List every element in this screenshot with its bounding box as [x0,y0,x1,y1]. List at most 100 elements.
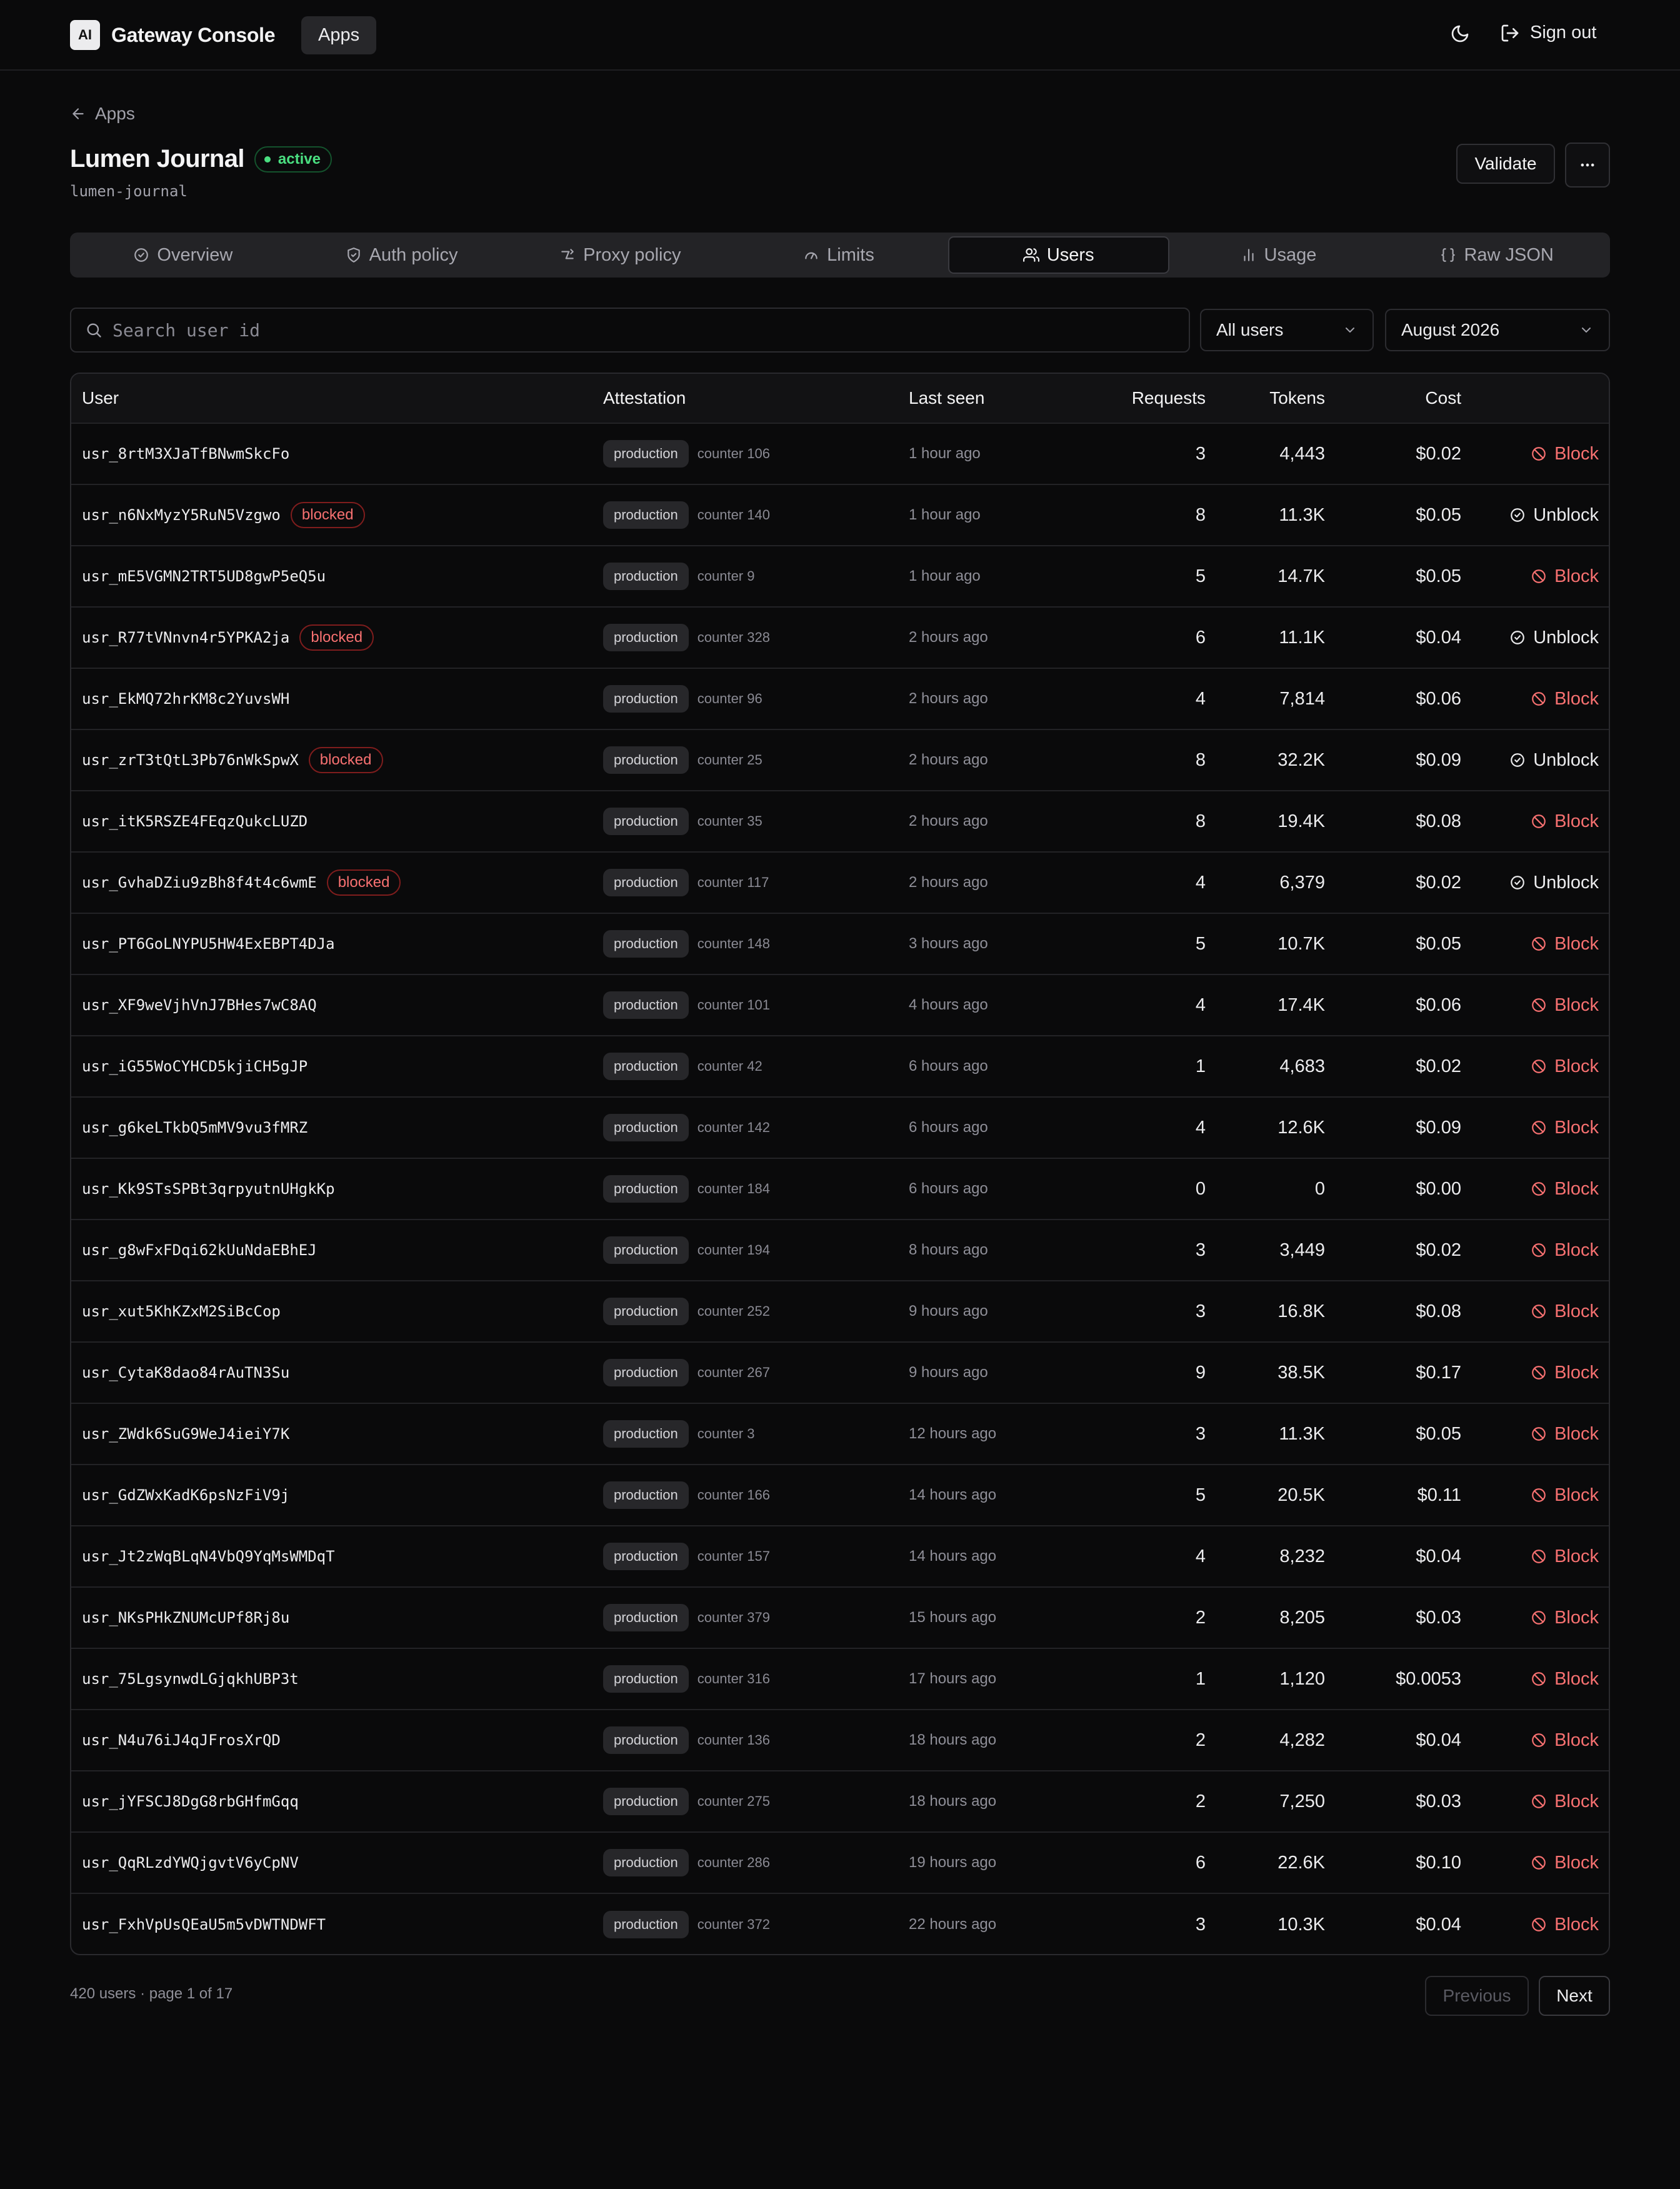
block-button[interactable]: Block [1531,934,1599,954]
nav-apps-link[interactable]: Apps [301,16,377,54]
block-button[interactable]: Block [1531,1730,1599,1751]
cost-value: $0.05 [1416,933,1461,954]
user-id[interactable]: usr_GdZWxKadK6psNzFiV9j [82,1486,289,1504]
attestation-counter: counter 379 [697,1610,770,1625]
user-filter-select[interactable]: All users [1200,309,1374,351]
blocked-badge: blocked [326,869,401,896]
user-id[interactable]: usr_XF9weVjhVnJ7BHes7wC8AQ [82,996,317,1014]
ban-icon [1532,1243,1546,1257]
column-header-last-seen[interactable]: Last seen [909,374,984,423]
attestation-counter: counter 148 [697,936,770,951]
block-button[interactable]: Block [1531,1853,1599,1873]
block-button[interactable]: Block [1531,1546,1599,1567]
cost-cell: $0.09 [1416,1098,1461,1158]
last-seen: 2 hours ago [909,690,988,707]
unblock-button[interactable]: Unblock [1509,873,1599,893]
column-header-requests[interactable]: Requests [1132,374,1206,423]
block-button[interactable]: Block [1531,1301,1599,1322]
user-id[interactable]: usr_itK5RSZE4FEqzQukcLUZD [82,813,308,830]
previous-page-button[interactable]: Previous [1425,1976,1529,2016]
user-id[interactable]: usr_xut5KhKZxM2SiBcCop [82,1303,281,1320]
user-id[interactable]: usr_jYFSCJ8DgG8rbGHfmGqq [82,1793,299,1810]
tab-auth-policy[interactable]: Auth policy [292,236,511,274]
user-id[interactable]: usr_zrT3tQtL3Pb76nWkSpwX [82,751,299,769]
block-button[interactable]: Block [1531,1424,1599,1445]
tab-usage[interactable]: Usage [1169,236,1388,274]
requests-cell: 4 [1196,669,1206,729]
next-page-button[interactable]: Next [1539,1976,1610,2016]
block-button[interactable]: Block [1531,566,1599,587]
block-button[interactable]: Block [1531,1915,1599,1935]
last-seen-cell: 12 hours ago [909,1404,996,1464]
requests-count: 4 [1195,872,1206,893]
tab-raw-json[interactable]: Raw JSON [1388,236,1606,274]
block-button[interactable]: Block [1531,1608,1599,1628]
requests-count: 0 [1195,1178,1206,1199]
block-button[interactable]: Block [1531,811,1599,832]
user-id[interactable]: usr_CytaK8dao84rAuTN3Su [82,1364,289,1381]
block-button[interactable]: Block [1531,689,1599,709]
user-id[interactable]: usr_75LgsynwdLGjqkhUBP3t [82,1670,299,1688]
block-button[interactable]: Block [1531,1363,1599,1383]
search-box [70,308,1190,353]
tokens-count: 11.1K [1279,627,1325,648]
sign-out-button[interactable]: Sign out [1500,23,1596,43]
table-row: usr_NKsPHkZNUMcUPf8Rj8u production counter… [71,1588,1609,1649]
tab-limits[interactable]: Limits [729,236,948,274]
tab-users[interactable]: Users [948,236,1169,274]
user-id[interactable]: usr_ZWdk6SuG9WeJ4ieiY7K [82,1425,289,1443]
cost-value: $0.03 [1416,1607,1461,1628]
user-id[interactable]: usr_R77tVNnvn4r5YPKA2ja [82,629,289,646]
user-id[interactable]: usr_QqRLzdYWQjgvtV6yCpNV [82,1854,299,1871]
brand[interactable]: AI Gateway Console [70,20,276,50]
user-id[interactable]: usr_mE5VGMN2TRT5UD8gwP5eQ5u [82,568,326,585]
cost-cell: $0.05 [1416,1404,1461,1464]
month-select[interactable]: August 2026 [1385,309,1610,351]
user-id[interactable]: usr_8rtM3XJaTfBNwmSkcFo [82,445,289,463]
app-slug: lumen-journal [70,183,188,200]
user-id[interactable]: usr_Jt2zWqBLqN4VbQ9YqMsWMDqT [82,1548,335,1565]
table-row: usr_75LgsynwdLGjqkhUBP3t production counte… [71,1649,1609,1710]
column-header-tokens[interactable]: Tokens [1269,374,1325,423]
user-id[interactable]: usr_n6NxMyzY5RuN5Vzgwo [82,506,281,524]
theme-toggle-button[interactable] [1450,24,1470,44]
action-cell: Block [1531,1649,1599,1709]
block-button[interactable]: Block [1531,1240,1599,1261]
user-id[interactable]: usr_FxhVpUsQEaU5m5vDWTNDWFT [82,1916,326,1933]
unblock-button[interactable]: Unblock [1509,628,1599,648]
user-id[interactable]: usr_Kk9STsSPBt3qrpyutnUHgkKp [82,1180,335,1198]
user-id[interactable]: usr_PT6GoLNYPU5HW4ExEBPT4DJa [82,935,335,953]
validate-button[interactable]: Validate [1456,144,1555,184]
column-header-attestation[interactable]: Attestation [603,374,686,423]
more-options-button[interactable] [1565,143,1610,188]
user-id[interactable]: usr_g8wFxFDqi62kUuNdaEBhEJ [82,1241,317,1259]
block-button[interactable]: Block [1531,1669,1599,1690]
back-link[interactable]: Apps [70,104,135,124]
unblock-button[interactable]: Unblock [1509,750,1599,771]
search-input[interactable] [112,319,1144,341]
block-button[interactable]: Block [1531,444,1599,464]
user-id[interactable]: usr_NKsPHkZNUMcUPf8Rj8u [82,1609,289,1626]
block-button[interactable]: Block [1531,1179,1599,1200]
cost-value: $0.05 [1416,566,1461,586]
ban-icon [1532,937,1546,951]
column-header-user[interactable]: User [82,374,119,423]
unblock-button[interactable]: Unblock [1509,505,1599,526]
requests-cell: 4 [1196,1098,1206,1158]
block-button[interactable]: Block [1531,995,1599,1016]
column-header-cost[interactable]: Cost [1425,374,1461,423]
block-button[interactable]: Block [1531,1485,1599,1506]
user-id[interactable]: usr_EkMQ72hrKM8c2YuvsWH [82,690,289,708]
user-id[interactable]: usr_iG55WoCYHCD5kjiCH5gJP [82,1058,308,1075]
tab-overview[interactable]: Overview [74,236,292,274]
attestation-cell: production counter 328 [603,608,770,668]
user-id[interactable]: usr_N4u76iJ4qJFrosXrQD [82,1731,281,1749]
user-id[interactable]: usr_g6keLTkbQ5mMV9vu3fMRZ [82,1119,308,1136]
block-button[interactable]: Block [1531,1118,1599,1138]
user-id[interactable]: usr_GvhaDZiu9zBh8f4t4c6wmE [82,874,317,891]
block-button[interactable]: Block [1531,1056,1599,1077]
tab-proxy-policy[interactable]: Proxy policy [511,236,729,274]
block-button[interactable]: Block [1531,1791,1599,1812]
user-cell: usr_N4u76iJ4qJFrosXrQD [82,1710,281,1770]
tokens-cell: 7,814 [1279,669,1325,729]
